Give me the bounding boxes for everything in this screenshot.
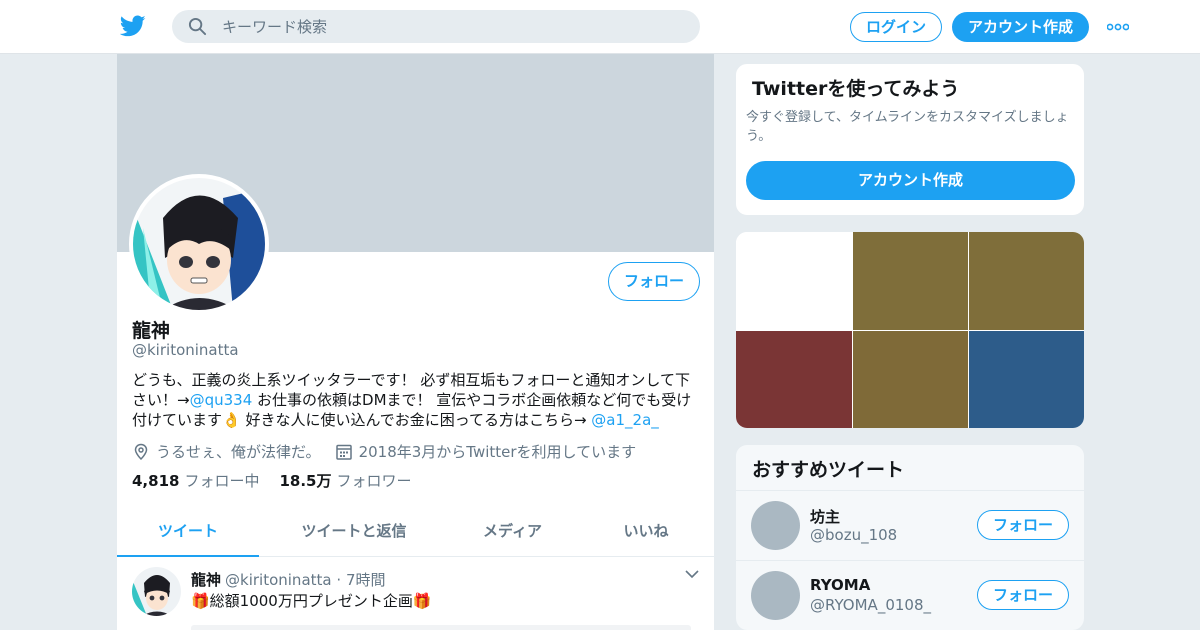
media-tile[interactable] [853,331,968,428]
tab-tweets[interactable]: ツイート [117,506,259,557]
signup-prompt-card: Twitterを使ってみよう 今すぐ登録して、タイムラインをカスタマイズしましょ… [735,63,1085,216]
tab-media[interactable]: メディア [449,506,576,557]
more-options-icon[interactable] [1107,22,1129,32]
profile-handle[interactable]: @kiritoninatta [132,341,239,359]
recommended-account-name[interactable]: RYOMA [810,576,870,594]
signup-prompt-text: 今すぐ登録して、タイムラインをカスタマイズしましょう。 [746,110,1069,144]
search-icon [188,17,207,36]
recommended-account-handle[interactable]: @RYOMA_0108_ [810,596,931,614]
recommended-accounts-card: おすすめツイート 坊主 @bozu_108 フォロー RYOMA @RYOMA_… [735,444,1085,630]
tweet-text-overflow [191,625,691,630]
top-navigation-bar: ログイン アカウント作成 [0,0,1200,54]
recommended-account-row[interactable]: RYOMA @RYOMA_0108_ フォロー [736,560,1084,630]
followers-count: 18.5万 [279,472,332,490]
recommended-follow-button[interactable]: フォロー [977,580,1069,610]
media-tile[interactable] [736,232,852,330]
tweet-avatar[interactable] [132,567,181,616]
location-icon [134,443,148,460]
recommended-title: おすすめツイート [752,459,905,481]
login-button[interactable]: ログイン [850,12,942,42]
profile-stats: 4,818 フォロー中 18.5万 フォロワー [132,470,432,491]
profile-tabs: ツイート ツイートと返信 メディア いいね [117,506,714,557]
profile-bio: どうも、正義の炎上系ツイッタラーです！ 必ず相互垢もフォローと通知オンして下さい… [132,370,704,430]
recommended-account-handle[interactable]: @bozu_108 [810,526,897,544]
tweet-text: 🎁総額1000万円プレゼント企画🎁 [191,592,432,610]
profile-joined-date: 2018年3月からTwitterを利用しています [358,443,637,461]
twitter-bird-icon[interactable] [120,13,146,39]
followers-label: フォロワー [336,472,412,490]
bio-mention-link[interactable]: @qu334 [190,391,253,409]
tweet-separator: · [336,571,342,589]
signup-button[interactable]: アカウント作成 [952,12,1089,42]
tweet-avatar-illustration [132,567,181,616]
avatar[interactable] [751,501,800,550]
followers-stat[interactable]: 18.5万 フォロワー [279,470,411,491]
recommended-account-row[interactable]: 坊主 @bozu_108 フォロー [736,490,1084,560]
media-tile[interactable] [736,331,852,428]
profile-avatar[interactable] [129,174,269,314]
tweet-author-handle[interactable]: @kiritoninatta [225,571,332,589]
profile-name: 龍神 [132,320,171,342]
search-input[interactable] [222,10,682,43]
signup-prompt-button[interactable]: アカウント作成 [746,161,1075,200]
bio-mention-link[interactable]: @a1_2a_ [591,411,658,429]
tweet-item[interactable]: 龍神 @kiritoninatta · 7時間 🎁総額1000万円プレゼント企画🎁 [117,557,714,630]
tweet-author-name[interactable]: 龍神 [191,571,221,589]
profile-location: うるせぇ、俺が法律だ。 [156,443,321,461]
tab-likes[interactable]: いいね [576,506,714,557]
avatar[interactable] [751,571,800,620]
following-count: 4,818 [132,472,180,490]
following-label: フォロー中 [184,472,260,490]
chevron-down-icon[interactable] [685,569,699,579]
tweet-header: 龍神 @kiritoninatta · 7時間 [191,569,385,590]
profile-column: フォロー 龍神 @kiritoninatta どうも、正義の炎上系ツイッタラーで… [116,54,715,630]
media-tile[interactable] [969,331,1084,428]
media-tile[interactable] [853,232,968,330]
media-grid [735,231,1085,429]
media-tile[interactable] [969,232,1084,330]
signup-prompt-title: Twitterを使ってみよう [752,78,960,100]
follow-button[interactable]: フォロー [608,262,700,301]
profile-meta: うるせぇ、俺が法律だ。 2018年3月からTwitterを利用しています [132,441,636,462]
following-stat[interactable]: 4,818 フォロー中 [132,470,259,491]
recommended-follow-button[interactable]: フォロー [977,510,1069,540]
tweet-time[interactable]: 7時間 [346,571,386,589]
avatar-illustration [133,178,265,310]
recommended-account-name[interactable]: 坊主 [810,506,840,527]
calendar-icon [335,444,352,460]
tab-tweets-and-replies[interactable]: ツイートと返信 [259,506,449,557]
search-bar[interactable] [172,10,700,43]
